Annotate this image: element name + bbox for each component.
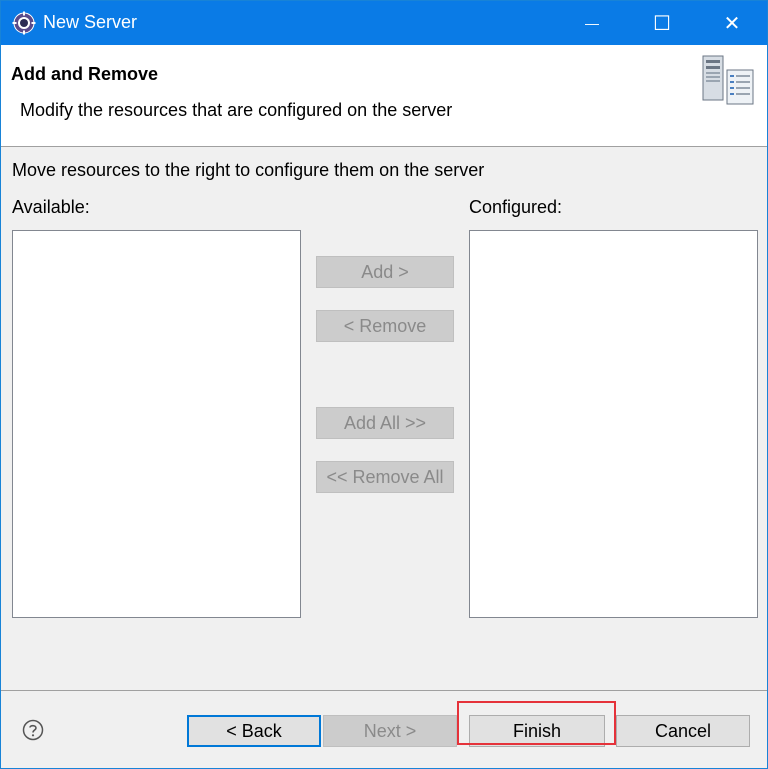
close-icon: ✕ [723, 12, 741, 35]
page-description: Modify the resources that are configured… [20, 100, 453, 120]
close-button[interactable]: ✕ [697, 1, 767, 45]
footer-separator [1, 690, 767, 691]
remove-button[interactable]: < Remove [316, 310, 454, 342]
available-list[interactable] [12, 230, 301, 618]
remove-all-button[interactable]: << Remove All [316, 461, 454, 493]
back-button[interactable]: < Back [187, 715, 321, 747]
add-button[interactable]: Add > [316, 256, 454, 288]
next-button[interactable]: Next > [323, 715, 457, 747]
title-bar[interactable]: New Server — ☐ ✕ [1, 1, 767, 45]
wizard-header: Add and Remove Modify the resources that… [1, 45, 767, 147]
instruction-text: Move resources to the right to configure… [12, 160, 485, 180]
maximize-icon: ☐ [653, 12, 671, 35]
cancel-button[interactable]: Cancel [616, 715, 750, 747]
window-title: New Server [43, 12, 138, 32]
add-all-button[interactable]: Add All >> [316, 407, 454, 439]
maximize-button[interactable]: ☐ [627, 1, 697, 45]
help-icon[interactable] [22, 719, 44, 741]
eclipse-gear-icon [12, 11, 36, 35]
configured-label: Configured: [469, 197, 563, 217]
available-label: Available: [12, 197, 90, 217]
page-title: Add and Remove [11, 64, 159, 84]
server-icon [702, 55, 754, 105]
minimize-icon: — [585, 15, 599, 31]
configured-list[interactable] [469, 230, 758, 618]
new-server-dialog: New Server — ☐ ✕ Add and Remove Modify t… [0, 0, 768, 769]
minimize-button[interactable]: — [557, 1, 627, 45]
finish-button[interactable]: Finish [469, 715, 605, 747]
